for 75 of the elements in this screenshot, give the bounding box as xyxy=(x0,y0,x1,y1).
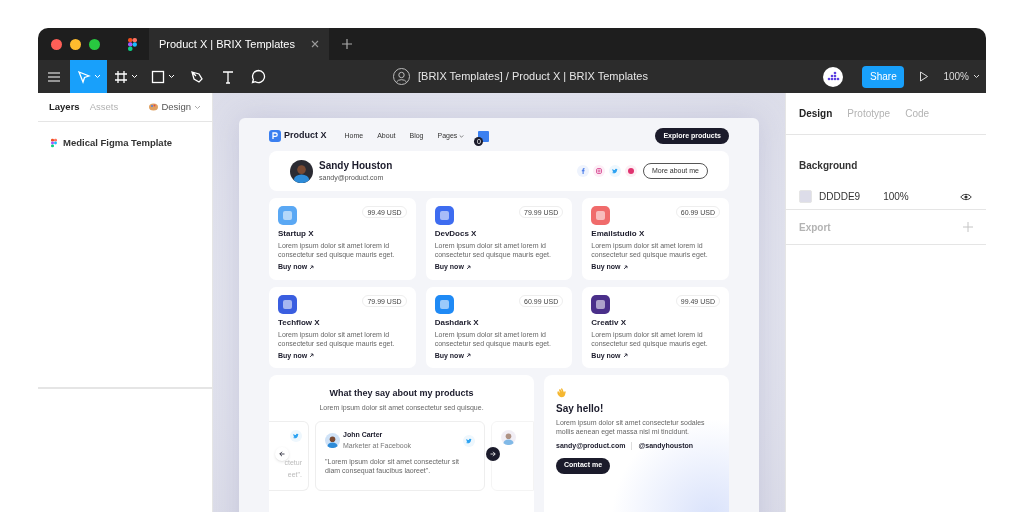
avatar xyxy=(501,430,516,445)
product-name: DevDocs X xyxy=(434,228,478,240)
layer-item[interactable]: Medical Figma Template xyxy=(51,136,199,151)
arrow-left-icon xyxy=(279,451,285,457)
profile-name: Sandy Houston xyxy=(319,159,393,174)
twitter-icon[interactable] xyxy=(290,430,302,442)
arrow-up-right-icon xyxy=(465,353,471,359)
app-icon xyxy=(434,206,454,225)
rectangle-icon xyxy=(150,69,165,84)
contact-title: Say hello! xyxy=(556,402,604,416)
comment-icon xyxy=(251,69,266,84)
frame-icon xyxy=(113,69,128,84)
avatar xyxy=(325,433,340,448)
zoom-menu[interactable]: 100% xyxy=(943,69,980,84)
text-icon xyxy=(220,69,235,84)
caret-icon xyxy=(973,74,980,79)
twitter-icon[interactable] xyxy=(608,165,621,177)
product-name: Startup X xyxy=(278,228,315,240)
color-hex[interactable]: DDDDE9 xyxy=(819,189,861,204)
tab-title: Product X | BRIX Templates xyxy=(159,36,295,52)
caret-icon xyxy=(459,133,465,139)
pointer-icon xyxy=(76,69,91,84)
product-name: Emailstudio X xyxy=(591,228,646,240)
color-swatch[interactable] xyxy=(799,190,812,203)
app-icon xyxy=(591,294,611,314)
previous-button[interactable] xyxy=(275,447,289,461)
file-title: [BRIX Templates] / Product X | BRIX Templates xyxy=(418,69,648,85)
palette-icon xyxy=(149,103,159,111)
dribbble-icon[interactable] xyxy=(624,165,637,177)
avatar xyxy=(290,159,313,183)
caret-icon xyxy=(167,74,175,79)
play-icon[interactable] xyxy=(919,71,930,82)
close-icon[interactable] xyxy=(311,40,319,48)
panel-tab[interactable]: Design xyxy=(799,106,833,121)
section-title: Background xyxy=(799,160,858,171)
arrow-up-right-icon xyxy=(309,353,315,359)
waving-hand-icon xyxy=(556,387,567,398)
figma-file-icon xyxy=(51,138,57,149)
close-window-button[interactable] xyxy=(51,38,62,50)
user-icon xyxy=(393,68,410,85)
product-name: Dashdark X xyxy=(434,316,480,329)
app-icon xyxy=(278,294,297,314)
testimonials-title: What they say about my products xyxy=(329,387,474,400)
caret-icon xyxy=(194,104,201,110)
arrow-up-right-icon xyxy=(465,264,471,270)
brand-logo-icon xyxy=(269,130,281,142)
arrow-up-right-icon xyxy=(622,264,628,270)
brand-name: Product X xyxy=(284,129,327,143)
maximize-window-button[interactable] xyxy=(89,38,100,50)
app-icon xyxy=(434,294,454,314)
app-logo-icon xyxy=(128,37,137,51)
twitter-icon[interactable] xyxy=(463,434,475,447)
arrow-up-right-icon xyxy=(622,353,628,359)
section-title: Export xyxy=(799,220,831,235)
team-logo-icon[interactable] xyxy=(823,66,844,87)
facebook-icon[interactable] xyxy=(576,165,589,177)
file-tab[interactable]: Product X | BRIX Templates xyxy=(149,28,329,60)
caret-icon xyxy=(130,74,138,79)
page-menu[interactable]: Design xyxy=(149,99,201,115)
caret-icon xyxy=(93,74,101,79)
eye-icon[interactable] xyxy=(960,192,972,201)
plus-icon[interactable] xyxy=(342,39,352,49)
menu-icon xyxy=(48,71,60,82)
pen-icon xyxy=(189,69,204,84)
panel-tab[interactable]: Layers xyxy=(49,99,80,115)
app-icon xyxy=(278,206,297,225)
next-button[interactable] xyxy=(486,447,500,461)
arrow-right-icon xyxy=(490,451,496,457)
app-icon xyxy=(591,206,611,225)
color-opacity[interactable]: 100% xyxy=(883,189,909,204)
minimize-window-button[interactable] xyxy=(70,38,81,50)
arrow-up-right-icon xyxy=(309,264,315,270)
product-name: Creativ X xyxy=(591,316,627,329)
product-name: Techflow X xyxy=(278,316,321,329)
instagram-icon[interactable] xyxy=(592,165,605,177)
